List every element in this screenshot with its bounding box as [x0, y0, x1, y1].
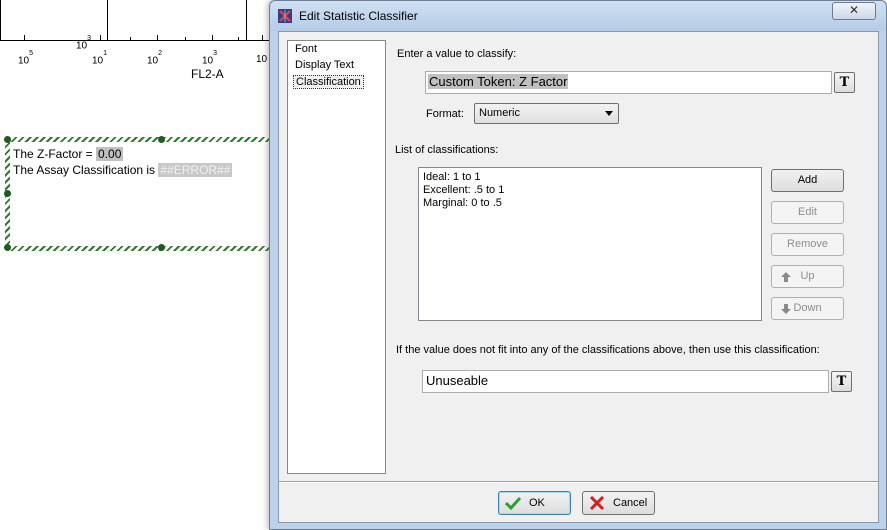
value-field[interactable]: Custom Token: Z Factor [425, 71, 832, 94]
remove-button[interactable]: Remove [771, 233, 844, 256]
fallback-token-button[interactable]: T [831, 371, 852, 392]
nav-item-classification[interactable]: Classification [293, 75, 364, 89]
category-list[interactable]: Font Display Text Classification [287, 40, 386, 474]
checkmark-icon [505, 496, 521, 510]
app-icon [278, 9, 292, 23]
fallback-label: If the value does not fit into any of th… [396, 344, 820, 356]
classification-line: The Assay Classification is ##ERROR## [13, 163, 233, 177]
zfactor-token: 0.00 [96, 147, 124, 161]
nav-item-font[interactable]: Font [293, 43, 319, 57]
list-item[interactable]: Excellent: .5 to 1 [423, 184, 504, 196]
x-tick-label: 105 [18, 50, 34, 67]
format-select[interactable]: Numeric [474, 103, 619, 124]
x-minor-tick [185, 37, 186, 40]
fallback-field-text: Unuseable [426, 373, 489, 388]
close-button[interactable]: ✕ [832, 2, 876, 20]
cancel-button[interactable]: Cancel [582, 491, 655, 515]
plot-left-edge [0, 0, 1, 40]
edit-button[interactable]: Edit [771, 201, 844, 224]
nav-item-display-text[interactable]: Display Text [293, 59, 356, 73]
selection-border-top [8, 137, 270, 142]
selection-border-bottom [8, 246, 270, 251]
classification-token: ##ERROR## [158, 163, 233, 177]
ok-button[interactable]: OK [498, 491, 571, 515]
list-label: List of classifications: [395, 144, 499, 156]
add-button[interactable]: Add [771, 169, 844, 192]
x-tick [100, 35, 101, 40]
up-button-label: Up [800, 270, 815, 282]
value-field-text: Custom Token: Z Factor [428, 74, 569, 89]
list-item[interactable]: Ideal: 1 to 1 [423, 171, 481, 183]
close-icon [589, 496, 605, 510]
footer-separator [279, 481, 878, 483]
classifications-list[interactable]: Ideal: 1 to 1 Excellent: .5 to 1 Margina… [418, 167, 762, 321]
cancel-button-label: Cancel [613, 497, 648, 509]
plot-x-axis [0, 40, 270, 41]
down-button[interactable]: Down [771, 297, 844, 320]
value-token-button[interactable]: T [834, 72, 855, 93]
x-tick-label: 102 [147, 50, 163, 67]
resize-handle[interactable] [158, 136, 165, 143]
dialog-client-area: Font Display Text Classification Enter a… [278, 31, 879, 523]
x-tick [24, 35, 25, 40]
arrow-up-icon [781, 272, 791, 282]
resize-handle[interactable] [4, 244, 11, 251]
arrow-down-icon [781, 304, 791, 314]
resize-handle[interactable] [4, 136, 11, 143]
format-label: Format: [426, 108, 464, 120]
format-select-value: Numeric [479, 107, 520, 119]
resize-handle[interactable] [4, 190, 11, 197]
ok-button-label: OK [529, 497, 545, 509]
zfactor-line: The Z-Factor = 0.00 [13, 147, 124, 161]
up-button[interactable]: Up [771, 265, 844, 288]
value-label: Enter a value to classify: [397, 48, 517, 60]
plot-right-bar [246, 0, 247, 40]
dialog-title: Edit Statistic Classifier [299, 9, 418, 23]
x-tick [212, 35, 213, 40]
dialog-titlebar[interactable]: Edit Statistic Classifier ✕ [270, 1, 886, 31]
x-extra-tick-label: 103 [76, 35, 92, 52]
x-tick [157, 35, 158, 40]
x-tick-label: 103 [202, 50, 218, 67]
edit-statistic-classifier-dialog: Edit Statistic Classifier ✕ Font Display… [269, 0, 887, 530]
resize-handle[interactable] [158, 244, 165, 251]
chevron-down-icon [605, 111, 613, 116]
x-minor-tick [238, 37, 239, 40]
x-tick [262, 35, 263, 40]
statistic-text-box[interactable]: The Z-Factor = 0.00 The Assay Classifica… [4, 136, 270, 251]
x-minor-tick [130, 37, 131, 40]
x-tick-label: 10 [256, 54, 268, 65]
down-button-label: Down [793, 302, 822, 314]
x-tick-label: 101 [92, 50, 108, 67]
fallback-field[interactable]: Unuseable [422, 370, 829, 393]
plot-left-bar [107, 0, 108, 40]
x-axis-title: FL2-A [191, 67, 224, 81]
list-item[interactable]: Marginal: 0 to .5 [423, 197, 502, 209]
